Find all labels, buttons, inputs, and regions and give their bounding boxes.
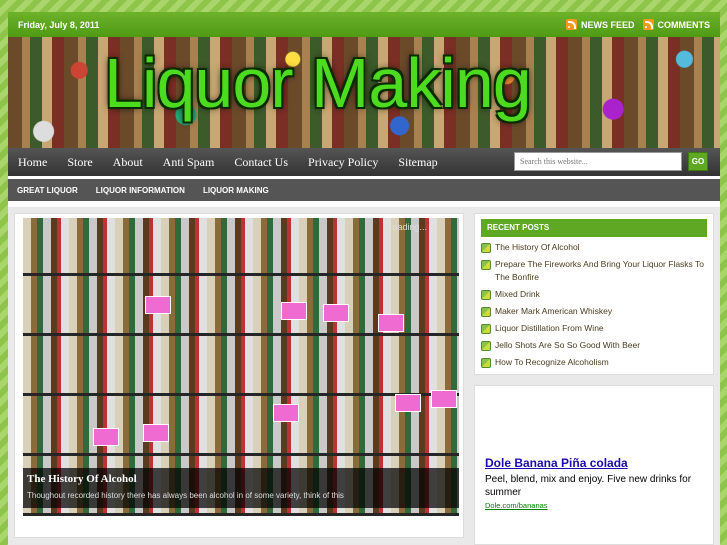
nav-item-privacy-policy[interactable]: Privacy Policy — [298, 148, 388, 176]
feed-links: NEWS FEED COMMENTS — [565, 19, 711, 30]
recent-post-item[interactable]: Mixed Drink — [481, 288, 707, 301]
recent-posts-list: The History Of Alcohol Prepare The Firew… — [481, 241, 707, 369]
recent-post-link[interactable]: The History Of Alcohol — [495, 241, 580, 254]
recent-post-item[interactable]: How To Recognize Alcoholism — [481, 356, 707, 369]
slide-excerpt: Thoughout recorded history there has alw… — [27, 491, 344, 500]
post-bullet-icon — [481, 290, 491, 300]
post-bullet-icon — [481, 307, 491, 317]
recent-post-link[interactable]: How To Recognize Alcoholism — [495, 356, 609, 369]
main-nav: Home Store About Anti Spam Contact Us Pr… — [8, 148, 720, 176]
featured-slide-image[interactable]: Loading... The History Of Alcohol Though… — [23, 218, 459, 516]
post-bullet-icon — [481, 358, 491, 368]
comments-feed-link[interactable]: COMMENTS — [642, 19, 711, 30]
recent-post-link[interactable]: Prepare The Fireworks And Bring Your Liq… — [495, 258, 707, 284]
news-feed-label: NEWS FEED — [580, 19, 635, 30]
ad-title-link[interactable]: Dole Banana Piña colada — [485, 456, 703, 470]
recent-post-item[interactable]: Liquor Distillation From Wine — [481, 322, 707, 335]
category-liquor-making[interactable]: LIQUOR MAKING — [194, 186, 278, 195]
top-bar: Friday, July 8, 2011 NEWS FEED COMMENTS — [8, 12, 720, 37]
category-liquor-information[interactable]: LIQUOR INFORMATION — [87, 186, 194, 195]
category-great-liquor[interactable]: GREAT LIQUOR — [8, 186, 87, 195]
recent-post-link[interactable]: Liquor Distillation From Wine — [495, 322, 604, 335]
recent-post-link[interactable]: Maker Mark American Whiskey — [495, 305, 612, 318]
search-go-button[interactable]: GO — [688, 152, 708, 171]
page-wrapper: Friday, July 8, 2011 NEWS FEED COMMENTS … — [8, 12, 720, 545]
slide-caption: The History Of Alcohol Thoughout recorde… — [23, 468, 459, 508]
content-area: Loading... The History Of Alcohol Though… — [8, 207, 720, 545]
post-bullet-icon — [481, 243, 491, 253]
nav-item-about[interactable]: About — [103, 148, 153, 176]
nav-item-store[interactable]: Store — [57, 148, 102, 176]
ad-url-link[interactable]: Dole.com/bananas — [485, 501, 703, 510]
comments-label: COMMENTS — [657, 19, 711, 30]
ad-text: Peel, blend, mix and enjoy. Five new dri… — [485, 474, 692, 498]
search-input[interactable] — [514, 152, 682, 171]
post-bullet-icon — [481, 324, 491, 334]
recent-post-link[interactable]: Mixed Drink — [495, 288, 540, 301]
nav-item-anti-spam[interactable]: Anti Spam — [153, 148, 225, 176]
post-bullet-icon — [481, 260, 491, 270]
recent-post-item[interactable]: Prepare The Fireworks And Bring Your Liq… — [481, 258, 707, 284]
featured-slider-box: Loading... The History Of Alcohol Though… — [14, 213, 464, 538]
recent-posts-title: RECENT POSTS — [481, 219, 707, 237]
recent-post-link[interactable]: Jello Shots Are So So Good With Beer — [495, 339, 640, 352]
recent-post-item[interactable]: Maker Mark American Whiskey — [481, 305, 707, 318]
rss-icon — [642, 19, 654, 30]
rss-icon — [565, 19, 577, 30]
sidebar: RECENT POSTS The History Of Alcohol Prep… — [474, 213, 714, 545]
ad-widget: Dole Banana Piña colada Peel, blend, mix… — [474, 385, 714, 545]
slider-loading-text: Loading... — [387, 222, 427, 232]
recent-post-item[interactable]: The History Of Alcohol — [481, 241, 707, 254]
recent-post-item[interactable]: Jello Shots Are So So Good With Beer — [481, 339, 707, 352]
news-feed-link[interactable]: NEWS FEED — [565, 19, 635, 30]
post-bullet-icon — [481, 341, 491, 351]
category-nav: GREAT LIQUOR LIQUOR INFORMATION LIQUOR M… — [8, 179, 720, 201]
nav-item-home[interactable]: Home — [8, 148, 57, 176]
site-header: Liquor Making — [8, 37, 720, 148]
date-label: Friday, July 8, 2011 — [18, 19, 100, 30]
recent-posts-widget: RECENT POSTS The History Of Alcohol Prep… — [474, 213, 714, 375]
slide-title[interactable]: The History Of Alcohol — [27, 473, 455, 485]
search-form: GO — [514, 152, 708, 171]
nav-item-contact-us[interactable]: Contact Us — [224, 148, 298, 176]
nav-item-sitemap[interactable]: Sitemap — [388, 148, 447, 176]
site-title[interactable]: Liquor Making — [104, 43, 532, 123]
